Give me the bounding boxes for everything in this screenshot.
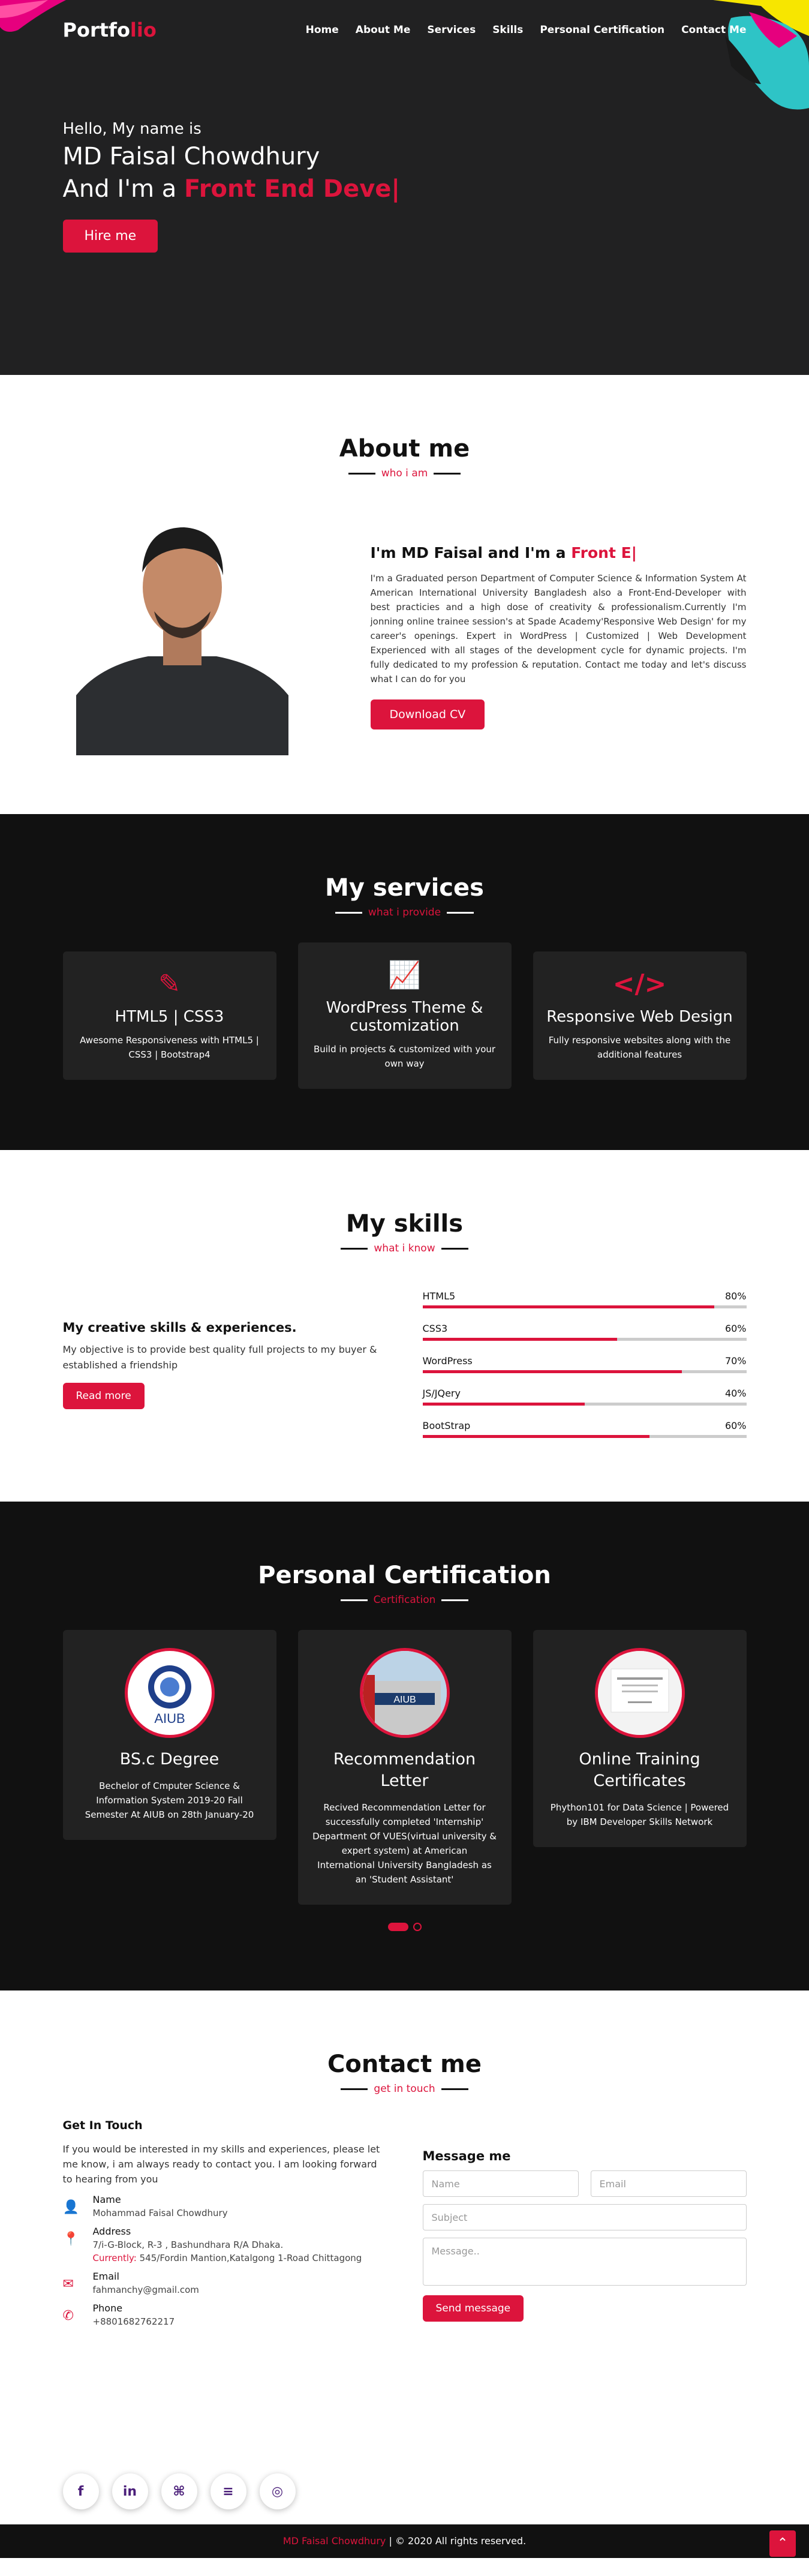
profile-photo	[76, 515, 288, 755]
cert-title: BS.c Degree	[119, 1750, 219, 1769]
nav-services[interactable]: Services	[427, 24, 476, 36]
services-subtitle: what i provide	[63, 906, 747, 918]
send-message-button[interactable]: Send message	[422, 2295, 524, 2322]
contact-subtitle: get in touch	[63, 2083, 747, 2095]
skills-text: My objective is to provide best quality …	[62, 1344, 377, 1371]
info-name: 👤 Name Mohammad Faisal Chowdhury	[62, 2194, 228, 2218]
phone-icon: ✆	[62, 2308, 74, 2323]
form-title: Message me	[422, 2149, 511, 2163]
service-card: 📈 WordPress Theme & customization Build …	[297, 942, 512, 1089]
certificate-image	[594, 1648, 685, 1738]
services-section: My services what i provide ✎ HTML5 | CSS…	[0, 814, 809, 1150]
name-input[interactable]: Name	[422, 2170, 579, 2197]
about-heading: I'm MD Faisal and I'm a Front E|	[370, 544, 637, 562]
aiub-building-image: AIUB	[359, 1648, 450, 1738]
contact-heading: Get In Touch	[62, 2119, 143, 2132]
service-card: </> Responsive Web Design Fully responsi…	[533, 951, 747, 1080]
footer: MD Faisal Chowdhury | © 2020 All rights …	[0, 2524, 809, 2558]
stackoverflow-icon[interactable]: ≡	[210, 2473, 246, 2509]
skill-bar: HTML5 80%	[422, 1290, 747, 1308]
nav-skills[interactable]: Skills	[492, 24, 523, 36]
hero-greeting: Hello, My name is	[62, 120, 202, 138]
nav-contact[interactable]: Contact Me	[681, 24, 746, 36]
code-icon: </>	[612, 969, 667, 999]
message-textarea[interactable]: Message..	[422, 2238, 747, 2286]
nav-menu: Home About Me Services Skills Personal C…	[306, 24, 747, 36]
info-phone: ✆ Phone +8801682762217	[62, 2302, 175, 2327]
svg-text:AIUB: AIUB	[393, 1695, 416, 1705]
hero-role: And I'm a Front End Deve|	[62, 175, 401, 203]
facebook-icon[interactable]: f	[62, 2473, 99, 2509]
subject-input[interactable]: Subject	[422, 2204, 747, 2230]
about-subtitle: who i am	[63, 467, 747, 479]
contact-text: If you would be interested in my skills …	[62, 2143, 380, 2185]
skill-bar: CSS3 60%	[422, 1323, 747, 1341]
cert-title: Online Training Certificates	[579, 1750, 700, 1790]
service-card: ✎ HTML5 | CSS3 Awesome Responsiveness wi…	[62, 951, 276, 1080]
logo[interactable]: Portfolio	[63, 19, 157, 41]
service-text: Fully responsive websites along with the…	[548, 1035, 731, 1060]
skills-title: My skills	[345, 1210, 464, 1238]
certification-section: Personal Certification Certification AIU…	[0, 1502, 809, 1990]
instagram-icon[interactable]: ◎	[259, 2473, 296, 2509]
hire-me-button[interactable]: Hire me	[62, 220, 158, 253]
user-icon: 👤	[62, 2200, 79, 2215]
paint-brush-icon: ✎	[158, 969, 181, 999]
cert-card: AIUB Recommendation Letter Recived Recom…	[297, 1630, 512, 1905]
contact-title: Contact me	[327, 2050, 482, 2078]
download-cv-button[interactable]: Download CV	[370, 699, 485, 729]
skills-section: My skills what i know My creative skills…	[0, 1150, 809, 1502]
carousel-dot-1[interactable]	[387, 1923, 408, 1931]
cert-text: Bechelor of Cmputer Science & Informatio…	[85, 1781, 254, 1820]
cert-card: AIUB BS.c Degree Bechelor of Cmputer Sci…	[62, 1630, 276, 1840]
map-marker-icon: 📍	[62, 2232, 79, 2247]
about-section: About me who i am I'm MD Faisal and I'm …	[0, 375, 809, 814]
linkedin-icon[interactable]: in	[112, 2473, 148, 2509]
certs-title: Personal Certification	[258, 1562, 551, 1589]
info-address: 📍 Address 7/i-G-Block, R-3 , Bashundhara R…	[62, 2226, 362, 2263]
service-text: Build in projects & customized with your…	[313, 1044, 496, 1069]
chart-line-icon: 📈	[388, 960, 421, 990]
contact-section: Contact me get in touch Get In Touch If …	[0, 1990, 809, 2422]
skill-bar: WordPress 70%	[422, 1355, 747, 1373]
service-text: Awesome Responsiveness with HTML5 | CSS3…	[80, 1035, 259, 1060]
cert-text: Recived Recommendation Letter for succes…	[312, 1802, 497, 1885]
scroll-top-button[interactable]: ⌃	[769, 2530, 796, 2557]
info-email: ✉ Email fahmanchy@gmail.com	[62, 2271, 199, 2295]
hero-name: MD Faisal Chowdhury	[62, 143, 320, 170]
service-title: HTML5 | CSS3	[115, 1008, 224, 1026]
nav-home[interactable]: Home	[306, 24, 339, 36]
cert-card: Online Training Certificates Phython101 …	[533, 1630, 747, 1847]
skill-bar: BootStrap 60%	[422, 1420, 747, 1438]
skills-heading: My creative skills & experiences.	[62, 1320, 297, 1335]
github-icon[interactable]: ⌘	[161, 2473, 197, 2509]
envelope-icon: ✉	[62, 2277, 74, 2292]
nav-certification[interactable]: Personal Certification	[540, 24, 664, 36]
nav-about[interactable]: About Me	[356, 24, 411, 36]
certs-subtitle: Certification	[63, 1594, 747, 1606]
cert-title: Recommendation Letter	[333, 1750, 476, 1790]
services-title: My services	[325, 874, 484, 902]
email-input[interactable]: Email	[590, 2170, 747, 2197]
service-title: Responsive Web Design	[546, 1008, 733, 1026]
carousel-dot-2[interactable]	[413, 1923, 422, 1931]
aiub-logo-image: AIUB	[124, 1648, 215, 1738]
skill-bars: HTML5 80% CSS3 60% WordPress 70% JS/JQery 40…	[422, 1290, 747, 1452]
read-more-button[interactable]: Read more	[62, 1383, 145, 1409]
about-title: About me	[339, 435, 470, 463]
service-title: WordPress Theme & customization	[326, 999, 483, 1035]
social-section: f in ⌘ ≡ ◎	[0, 2422, 809, 2524]
cert-text: Phython101 for Data Science | Powered by…	[550, 1802, 729, 1827]
about-body: I'm a Graduated person Department of Com…	[370, 573, 747, 684]
svg-text:AIUB: AIUB	[154, 1711, 185, 1726]
skill-bar: JS/JQery 40%	[422, 1388, 747, 1406]
navbar: Portfolio Home About Me Services Skills …	[0, 0, 809, 60]
carousel-dots	[63, 1923, 747, 1931]
skills-subtitle: what i know	[63, 1242, 747, 1254]
